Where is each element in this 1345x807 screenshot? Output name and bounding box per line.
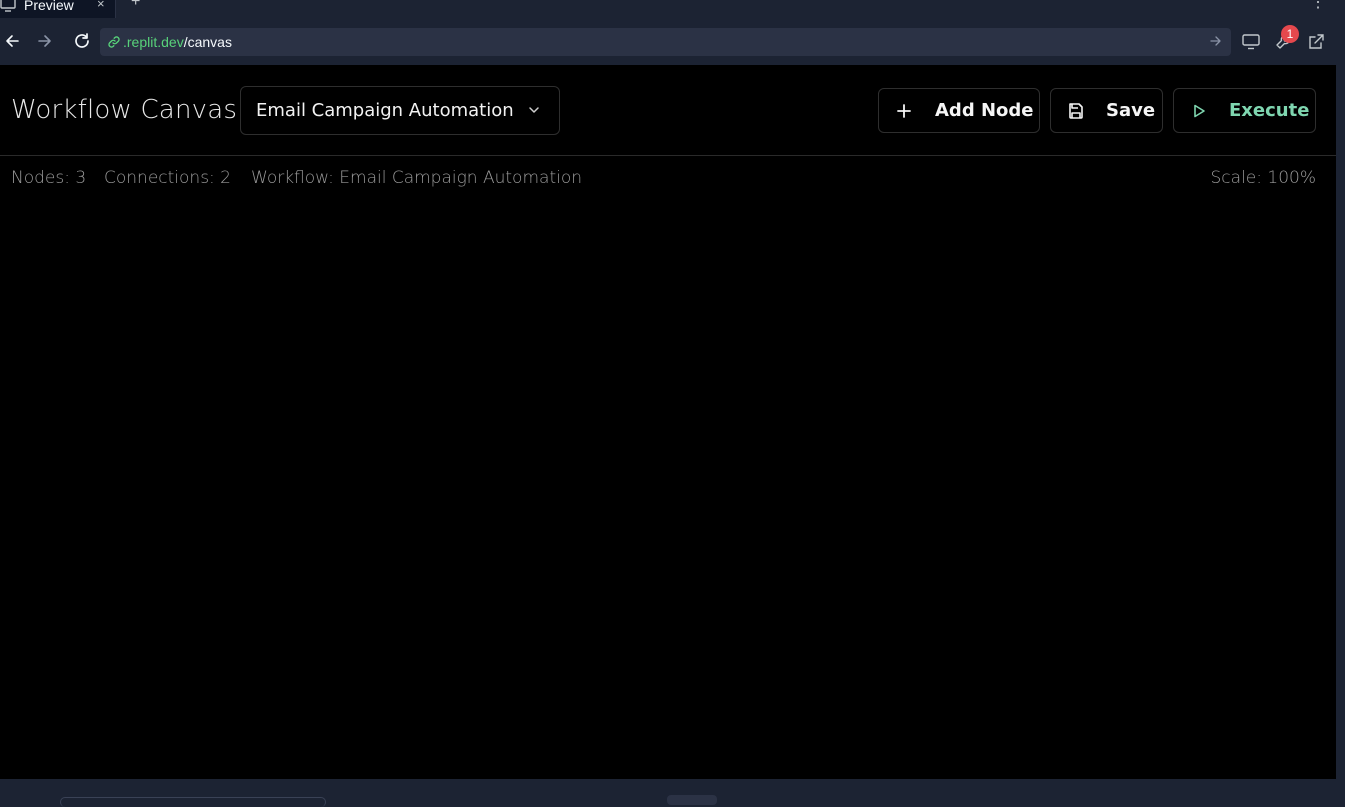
link-icon — [108, 36, 120, 48]
connection-count: Connections: 2 — [104, 168, 231, 188]
save-label: Save — [1106, 100, 1156, 121]
go-arrow-icon[interactable] — [1209, 34, 1223, 48]
browser-tab-bar: Preview × + ⋮ — [0, 0, 1345, 18]
workflow-select-value: Email Campaign Automation — [256, 100, 514, 121]
reload-icon[interactable] — [71, 30, 93, 52]
url-input[interactable]: .replit.dev/canvas — [100, 28, 1231, 56]
chevron-down-icon — [529, 107, 539, 113]
app-root: Workflow Canvas Email Campaign Automatio… — [0, 65, 1336, 779]
more-menu-icon[interactable]: ⋮ — [1310, 0, 1326, 12]
notification-badge: 1 — [1281, 25, 1299, 43]
save-button[interactable]: Save — [1050, 88, 1163, 133]
execute-button[interactable]: Execute — [1173, 88, 1316, 133]
status-bar: Nodes: 3 Connections: 2 Workflow: Email … — [0, 168, 1336, 192]
tab-preview[interactable]: Preview × — [0, 0, 116, 18]
page-title: Workflow Canvas — [11, 95, 238, 125]
workflow-select[interactable]: Email Campaign Automation — [240, 86, 560, 135]
bottom-panel-strip — [0, 779, 1345, 807]
plus-icon — [894, 101, 914, 121]
resize-handle[interactable] — [667, 795, 717, 805]
browser-url-bar: .replit.dev/canvas — [0, 18, 1345, 65]
app-header: Workflow Canvas Email Campaign Automatio… — [0, 65, 1336, 156]
monitor-icon — [0, 0, 16, 12]
back-arrow-icon[interactable] — [1, 30, 23, 52]
add-node-label: Add Node — [935, 100, 1034, 121]
forward-arrow-icon[interactable] — [34, 30, 56, 52]
save-icon — [1066, 101, 1086, 121]
add-node-button[interactable]: Add Node — [878, 88, 1040, 133]
devices-icon[interactable] — [1241, 32, 1261, 52]
external-link-icon[interactable] — [1306, 32, 1326, 52]
play-icon — [1189, 101, 1209, 121]
scale-indicator: Scale: 100% — [1210, 168, 1316, 188]
close-icon[interactable]: × — [97, 0, 105, 11]
workflow-canvas[interactable] — [0, 205, 1336, 779]
workflow-name: Workflow: Email Campaign Automation — [251, 168, 583, 188]
url-path: /canvas — [183, 34, 232, 50]
execute-label: Execute — [1229, 100, 1310, 121]
tab-label: Preview — [24, 0, 74, 13]
scrollbar[interactable] — [1336, 65, 1345, 779]
node-count: Nodes: 3 — [11, 168, 87, 188]
url-domain: .replit.dev — [123, 34, 184, 50]
plus-icon[interactable]: + — [131, 0, 140, 11]
console-tab[interactable] — [60, 797, 326, 807]
